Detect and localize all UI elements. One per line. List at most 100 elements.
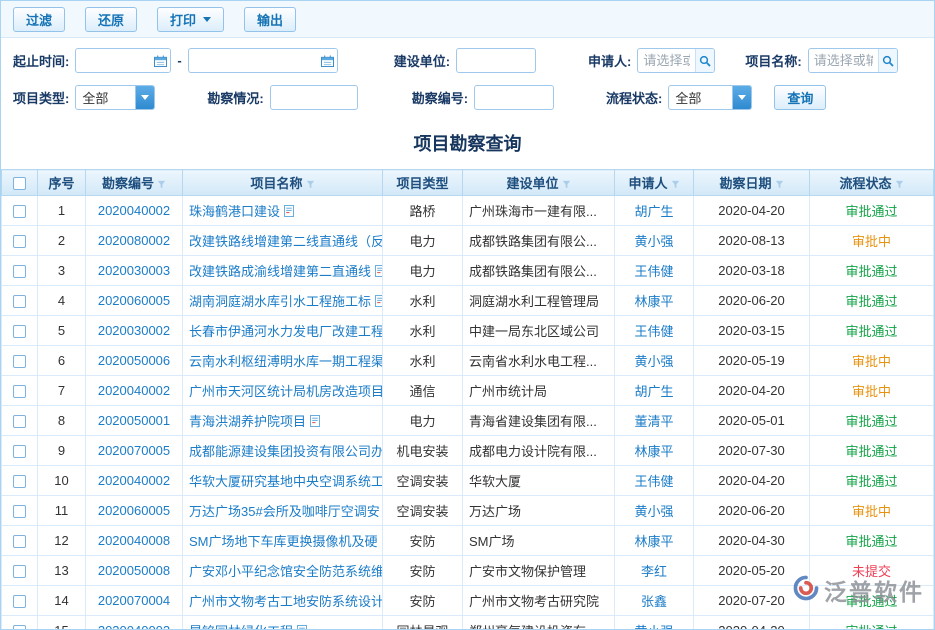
project-name-link[interactable]: 长春市伊通河水力发电厂改建工程 [189, 324, 383, 339]
project-name-link[interactable]: 珠海鹤港口建设 [189, 204, 280, 219]
row-checkbox[interactable] [13, 235, 26, 248]
header-no[interactable]: 序号 [38, 170, 86, 196]
attachment-icon[interactable] [375, 295, 382, 310]
attachment-icon[interactable] [375, 265, 382, 280]
project-name-link[interactable]: 华软大厦研究基地中央空调系统工 [189, 474, 383, 489]
attachment-icon[interactable] [297, 625, 307, 630]
table-row[interactable]: 6 2020050006 云南水利枢纽溥明水库一期工程渠 水利 云南省水利水电工… [2, 346, 934, 376]
filter-icon[interactable] [671, 177, 680, 192]
filter-icon[interactable] [775, 177, 784, 192]
survey-code-input[interactable] [474, 85, 554, 110]
project-type-select[interactable]: 全部 [75, 85, 155, 110]
project-name-link[interactable]: 湖南洞庭湖水库引水工程施工标 [189, 294, 371, 309]
row-checkbox[interactable] [13, 205, 26, 218]
select-all-header[interactable] [2, 170, 38, 196]
survey-code-link[interactable]: 2020040002 [98, 383, 170, 398]
applicant-link[interactable]: 黄小强 [634, 504, 673, 519]
survey-code-link[interactable]: 2020060005 [98, 503, 170, 518]
attachment-icon[interactable] [310, 415, 320, 430]
start-date-field[interactable] [76, 49, 151, 72]
row-checkbox[interactable] [13, 595, 26, 608]
table-row[interactable]: 1 2020040002 珠海鹤港口建设 路桥 广州珠海市一建有限... 胡广生… [2, 196, 934, 226]
table-row[interactable]: 8 2020050001 青海洪湖养护院项目 电力 青海省建设集团有限... 董… [2, 406, 934, 436]
caret-down-icon[interactable] [732, 86, 751, 109]
project-name-link[interactable]: 广安邓小平纪念馆安全防范系统维 [189, 564, 383, 579]
attachment-icon[interactable] [284, 205, 294, 220]
applicant-link[interactable]: 王伟健 [634, 264, 673, 279]
project-name-input[interactable] [808, 48, 898, 73]
row-checkbox[interactable] [13, 295, 26, 308]
table-row[interactable]: 14 2020070004 广州市文物考古工地安防系统设计 安防 广州市文物考古… [2, 586, 934, 616]
project-name-link[interactable]: 成都能源建设集团投资有限公司办 [189, 444, 383, 459]
survey-code-link[interactable]: 2020060005 [98, 293, 170, 308]
survey-code-link[interactable]: 2020040002 [98, 473, 170, 488]
table-row[interactable]: 11 2020060005 万达广场35#会所及咖啡厅空调安 空调安装 万达广场… [2, 496, 934, 526]
survey-code-link[interactable]: 2020030003 [98, 263, 170, 278]
project-name-link[interactable]: 云南水利枢纽溥明水库一期工程渠 [189, 354, 383, 369]
project-name-link[interactable]: 广州市文物考古工地安防系统设计 [189, 594, 383, 609]
calendar-icon[interactable] [151, 49, 170, 72]
table-row[interactable]: 13 2020050008 广安邓小平纪念馆安全防范系统维 安防 广安市文物保护… [2, 556, 934, 586]
applicant-link[interactable]: 黄小强 [634, 624, 673, 630]
search-icon[interactable] [878, 49, 897, 72]
row-checkbox[interactable] [13, 565, 26, 578]
project-name-link[interactable]: 广州市天河区统计局机房改造项目 [189, 384, 383, 399]
row-checkbox[interactable] [13, 265, 26, 278]
project-name-link[interactable]: 万达广场35#会所及咖啡厅空调安 [189, 504, 380, 519]
row-checkbox[interactable] [13, 535, 26, 548]
row-checkbox[interactable] [13, 445, 26, 458]
export-button[interactable]: 输出 [244, 7, 296, 32]
caret-down-icon[interactable] [135, 86, 154, 109]
survey-code-link[interactable]: 2020030002 [98, 323, 170, 338]
filter-icon[interactable] [895, 177, 904, 192]
survey-code-link[interactable]: 2020050001 [98, 413, 170, 428]
survey-info-input[interactable] [270, 85, 358, 110]
header-project-name[interactable]: 项目名称 [183, 170, 383, 196]
table-row[interactable]: 5 2020030002 长春市伊通河水力发电厂改建工程 水利 中建一局东北区域… [2, 316, 934, 346]
filter-button[interactable]: 过滤 [13, 7, 65, 32]
table-row[interactable]: 2 2020080002 改建铁路线增建第二线直通线（反 电力 成都铁路集团有限… [2, 226, 934, 256]
end-date-field[interactable] [189, 49, 318, 72]
table-row[interactable]: 4 2020060005 湖南洞庭湖水库引水工程施工标 水利 洞庭湖水利工程管理… [2, 286, 934, 316]
table-row[interactable]: 15 2020040002 晟铭园林绿化工程 园林景观 郑州豪气建设投资有...… [2, 616, 934, 630]
applicant-link[interactable]: 董清平 [634, 414, 673, 429]
row-checkbox[interactable] [13, 385, 26, 398]
construction-unit-field[interactable] [457, 49, 535, 72]
filter-icon[interactable] [562, 177, 571, 192]
restore-button[interactable]: 还原 [85, 7, 137, 32]
header-project-type[interactable]: 项目类型 [383, 170, 463, 196]
table-row[interactable]: 9 2020070005 成都能源建设集团投资有限公司办 机电安装 成都电力设计… [2, 436, 934, 466]
header-survey-date[interactable]: 勘察日期 [694, 170, 810, 196]
header-applicant[interactable]: 申请人 [615, 170, 694, 196]
survey-code-link[interactable]: 2020070004 [98, 593, 170, 608]
row-checkbox[interactable] [13, 505, 26, 518]
end-date-input[interactable] [188, 48, 338, 73]
table-row[interactable]: 7 2020040002 广州市天河区统计局机房改造项目 通信 广州市统计局 胡… [2, 376, 934, 406]
header-survey-code[interactable]: 勘察编号 [86, 170, 183, 196]
project-name-link[interactable]: SM广场地下车库更换摄像机及硬 [189, 534, 378, 549]
applicant-link[interactable]: 黄小强 [634, 234, 673, 249]
filter-icon[interactable] [157, 177, 166, 192]
table-row[interactable]: 3 2020030003 改建铁路成渝线增建第二直通线 电力 成都铁路集团有限公… [2, 256, 934, 286]
survey-code-link[interactable]: 2020040002 [98, 623, 170, 630]
print-button[interactable]: 打印 [157, 7, 224, 32]
project-name-link[interactable]: 改建铁路线增建第二线直通线（反 [189, 234, 383, 249]
header-construction-unit[interactable]: 建设单位 [463, 170, 615, 196]
header-flow-status[interactable]: 流程状态 [810, 170, 934, 196]
survey-code-link[interactable]: 2020040008 [98, 533, 170, 548]
table-row[interactable]: 12 2020040008 SM广场地下车库更换摄像机及硬 安防 SM广场 林康… [2, 526, 934, 556]
applicant-link[interactable]: 王伟健 [634, 474, 673, 489]
applicant-link[interactable]: 王伟健 [634, 324, 673, 339]
row-checkbox[interactable] [13, 355, 26, 368]
applicant-field[interactable] [638, 49, 695, 72]
project-name-field[interactable] [809, 49, 878, 72]
survey-code-field[interactable] [475, 86, 553, 109]
project-name-link[interactable]: 青海洪湖养护院项目 [189, 414, 306, 429]
survey-code-link[interactable]: 2020040002 [98, 203, 170, 218]
row-checkbox[interactable] [13, 325, 26, 338]
survey-code-link[interactable]: 2020070005 [98, 443, 170, 458]
survey-code-link[interactable]: 2020050006 [98, 353, 170, 368]
survey-code-link[interactable]: 2020050008 [98, 563, 170, 578]
survey-code-link[interactable]: 2020080002 [98, 233, 170, 248]
row-checkbox[interactable] [13, 415, 26, 428]
